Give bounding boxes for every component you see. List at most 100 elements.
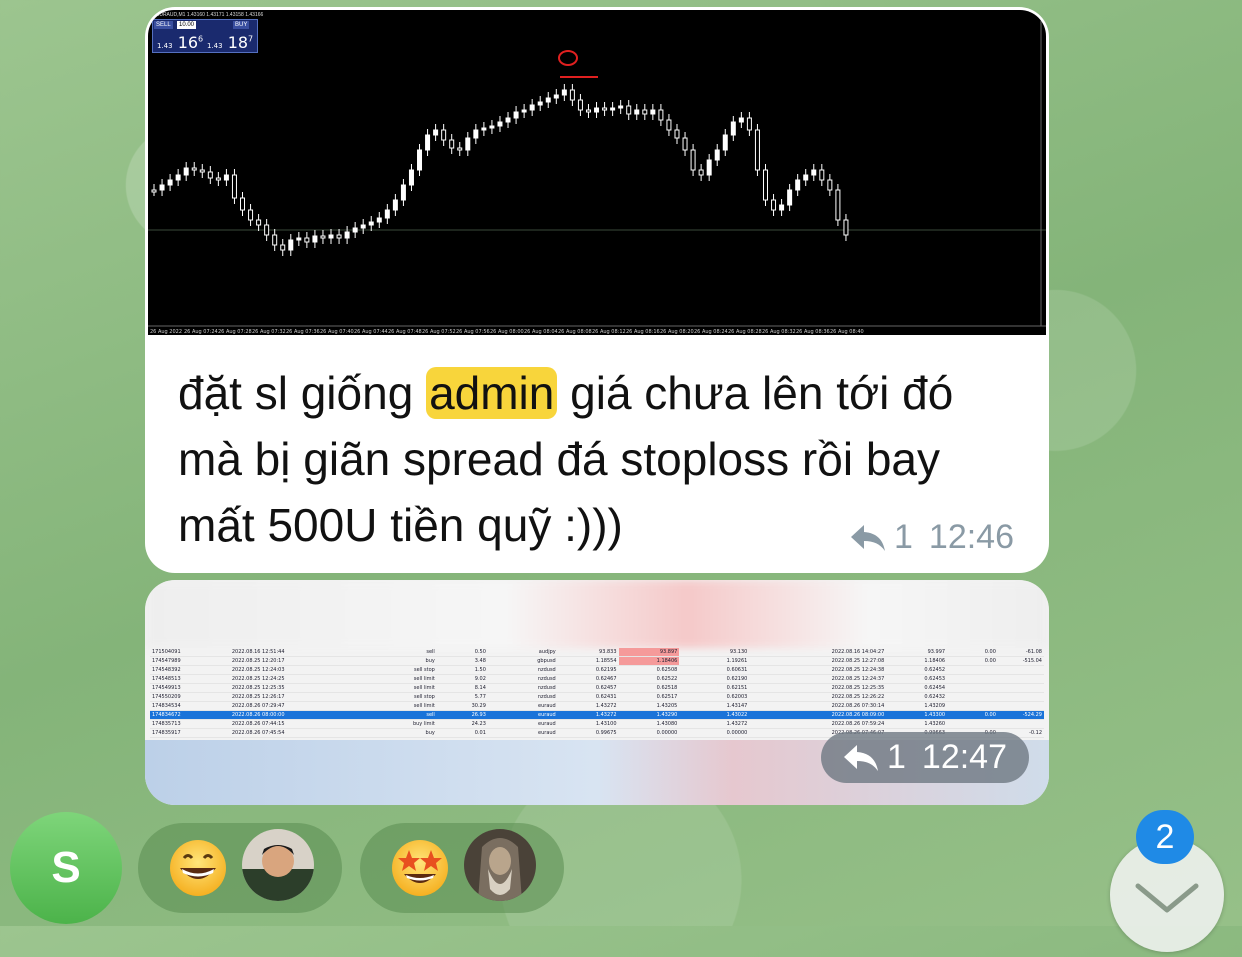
table-cell: 5.77 [436, 692, 488, 702]
table-cell: 0.62003 [679, 692, 750, 702]
candle-body [594, 107, 600, 113]
candle-body [449, 139, 455, 149]
table-cell [997, 692, 1044, 702]
candle-body [803, 174, 809, 181]
table-cell: 2022.08.16 14:04:27 [749, 648, 887, 657]
candle-body [360, 224, 366, 229]
candlestick-chart: 26 Aug 2022 26 Aug 07:24 26 Aug 07:28 26 Au… [148, 10, 1046, 335]
table-cell: 0.00 [947, 648, 998, 657]
time-tick-label: 26 Aug 07:52 [422, 329, 456, 335]
candle-body [151, 189, 157, 193]
one-click-trading-panel: SELL 10.00 BUY 1.43 166 1.43 187 [152, 19, 258, 53]
candle-body [392, 199, 398, 211]
reaction-grinning[interactable] [138, 823, 342, 913]
reply-arrow-icon[interactable] [843, 743, 879, 773]
reaction-star-struck[interactable] [360, 823, 564, 913]
candle-body [408, 169, 414, 186]
table-cell: 30.29 [436, 701, 488, 711]
table-cell: 2022.08.26 07:29:47 [229, 701, 367, 711]
candle-body [553, 94, 559, 99]
time-tick-label: 26 Aug 07:40 [320, 329, 354, 335]
candle-body [248, 209, 254, 221]
candle-body [706, 159, 712, 176]
table-cell: 2022.08.26 08:00:00 [229, 710, 367, 720]
reactor-avatar[interactable] [464, 829, 536, 901]
chart-screenshot[interactable]: 26 Aug 2022 26 Aug 07:24 26 Aug 07:28 26 Au… [148, 10, 1046, 335]
candle-body [215, 177, 221, 181]
candle-body [473, 129, 479, 139]
candle-body [569, 89, 575, 101]
candle-body [207, 171, 213, 179]
candle-body [746, 117, 752, 131]
candle-body [191, 167, 197, 171]
message-bubble-1[interactable]: 26 Aug 2022 26 Aug 07:24 26 Aug 07:28 26 Au… [145, 7, 1049, 573]
candle-body [537, 101, 543, 106]
table-cell: sell limit [366, 674, 437, 684]
candle-body [835, 189, 841, 221]
table-cell: 1.43080 [618, 719, 680, 729]
candle-body [762, 169, 768, 201]
table-row[interactable]: 174547989 2022.08.25 12:20:17 buy 3.48 gbpus… [150, 656, 1044, 666]
table-cell: 174835917 [150, 728, 230, 738]
candle-body [400, 184, 406, 201]
reply-count[interactable]: 1 [894, 518, 913, 557]
time-tick-label: 26 Aug 07:32 [252, 329, 286, 335]
table-cell [997, 665, 1044, 675]
message-meta: 1 12:46 [850, 518, 1014, 557]
candle-body [457, 147, 463, 151]
table-cell: euraud [487, 710, 558, 720]
table-row[interactable]: 174548513 2022.08.25 12:24:25 sell limit 9.… [150, 674, 1044, 684]
table-cell: 2022.08.25 12:25:35 [229, 683, 367, 693]
candle-body [288, 239, 294, 251]
table-cell: 2022.08.25 12:25:35 [749, 683, 887, 693]
table-cell: 2022.08.26 07:45:54 [229, 728, 367, 738]
table-cell: 1.43300 [886, 710, 948, 720]
candle-body [223, 174, 229, 181]
reply-count[interactable]: 1 [887, 738, 906, 777]
table-cell: 0.00 [947, 710, 998, 720]
reactor-avatar[interactable] [242, 829, 314, 901]
candle-body [256, 219, 262, 226]
table-cell: 2022.08.16 12:51:44 [229, 648, 367, 657]
table-cell [947, 683, 998, 693]
candle-body [585, 109, 591, 113]
table-row[interactable]: 171504091 2022.08.16 12:51:44 sell 0.50 audj… [150, 648, 1044, 657]
table-row[interactable]: 174550209 2022.08.25 12:26:17 sell stop 5.7… [150, 692, 1044, 702]
candle-body [642, 109, 648, 115]
table-row[interactable]: 174834534 2022.08.26 07:29:47 sell limit 30… [150, 701, 1044, 711]
table-cell: sell stop [366, 692, 437, 702]
table-cell: 0.62432 [886, 692, 948, 702]
table-cell: sell limit [366, 701, 437, 711]
table-cell: 3.48 [436, 656, 488, 666]
table-cell: 0.00 [947, 656, 998, 666]
table-cell: 0.99675 [557, 728, 619, 738]
candle-body [441, 129, 447, 141]
table-row[interactable]: 174834672 2022.08.26 08:00:00 sell 26.93 eur… [150, 710, 1044, 720]
table-row[interactable]: 174549913 2022.08.25 12:25:35 sell limit 8.… [150, 683, 1044, 693]
candle-body [296, 237, 302, 241]
lot-field: 10.00 [177, 21, 197, 29]
table-cell: sell [366, 710, 437, 720]
candle-body [682, 137, 688, 151]
candle-body [368, 221, 374, 226]
sender-avatar[interactable]: S [10, 812, 122, 924]
table-cell [947, 674, 998, 684]
table-cell: 1.50 [436, 665, 488, 675]
candle-body [602, 107, 608, 111]
table-cell: 1.43100 [557, 719, 619, 729]
candle-body [674, 129, 680, 139]
table-cell: euraud [487, 719, 558, 729]
table-cell: nzdusd [487, 674, 558, 684]
candle-body [827, 179, 833, 191]
reply-arrow-icon[interactable] [850, 523, 886, 553]
candle-body [336, 234, 342, 239]
table-cell: 0.50 [436, 648, 488, 657]
table-row[interactable]: 174835713 2022.08.26 07:44:15 buy limit 24.… [150, 719, 1044, 729]
candle-body [771, 199, 777, 211]
unread-count-badge: 2 [1136, 810, 1194, 864]
table-row[interactable]: 174548392 2022.08.25 12:24:03 sell stop 1.5… [150, 665, 1044, 675]
table-cell [947, 692, 998, 702]
time-tick-label: 26 Aug 08:20 [660, 329, 694, 335]
message-bubble-2[interactable]: 171504091 2022.08.16 12:51:44 sell 0.50 audj… [145, 580, 1049, 805]
time-tick-label: 26 Aug 08:24 [694, 329, 728, 335]
